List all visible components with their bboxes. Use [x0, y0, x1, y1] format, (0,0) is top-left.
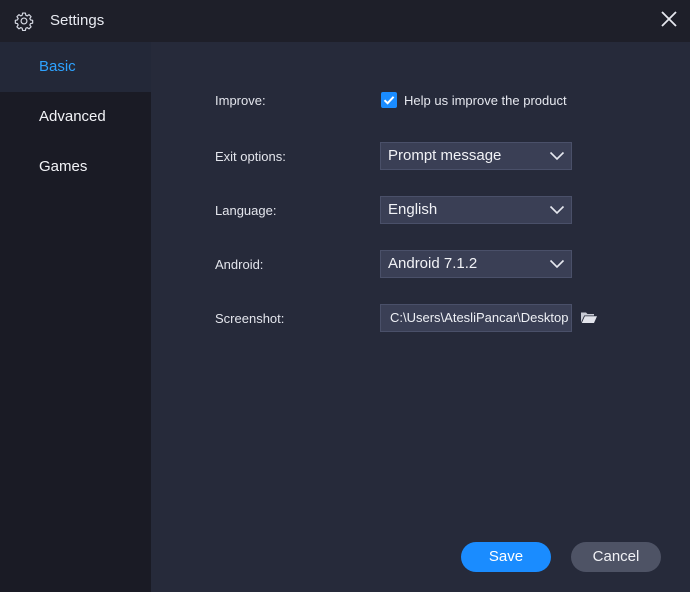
exit-options-select[interactable]: Prompt message [380, 142, 572, 170]
sidebar-item-games[interactable]: Games [0, 142, 151, 192]
save-button[interactable]: Save [461, 542, 551, 572]
sidebar-item-basic[interactable]: Basic [0, 42, 151, 92]
sidebar: Basic Advanced Games [0, 42, 151, 592]
improve-checkbox-label[interactable]: Help us improve the product [404, 93, 567, 108]
folder-open-icon[interactable] [580, 310, 598, 324]
exit-options-value: Prompt message [388, 147, 502, 164]
sidebar-item-advanced[interactable]: Advanced [0, 92, 151, 142]
close-icon[interactable] [660, 10, 678, 28]
gear-icon [14, 12, 34, 31]
android-select[interactable]: Android 7.1.2 [380, 250, 572, 278]
language-select[interactable]: English [380, 196, 572, 224]
settings-panel: Improve: Help us improve the product Exi… [151, 42, 690, 592]
screenshot-label: Screenshot: [215, 311, 285, 326]
title-bar: Settings [0, 0, 690, 42]
language-label: Language: [215, 203, 277, 218]
chevron-down-icon [549, 259, 565, 269]
checkmark-icon [383, 96, 395, 105]
cancel-button[interactable]: Cancel [571, 542, 661, 572]
screenshot-path-field[interactable]: C:\Users\AtesliPancar\Desktop [380, 304, 572, 332]
improve-checkbox[interactable] [381, 92, 397, 108]
improve-label: Improve: [215, 93, 266, 108]
exit-options-label: Exit options: [215, 149, 286, 164]
android-value: Android 7.1.2 [388, 255, 478, 272]
language-value: English [388, 201, 438, 218]
chevron-down-icon [549, 205, 565, 215]
chevron-down-icon [549, 151, 565, 161]
android-label: Android: [215, 257, 264, 272]
window-title: Settings [50, 12, 105, 29]
